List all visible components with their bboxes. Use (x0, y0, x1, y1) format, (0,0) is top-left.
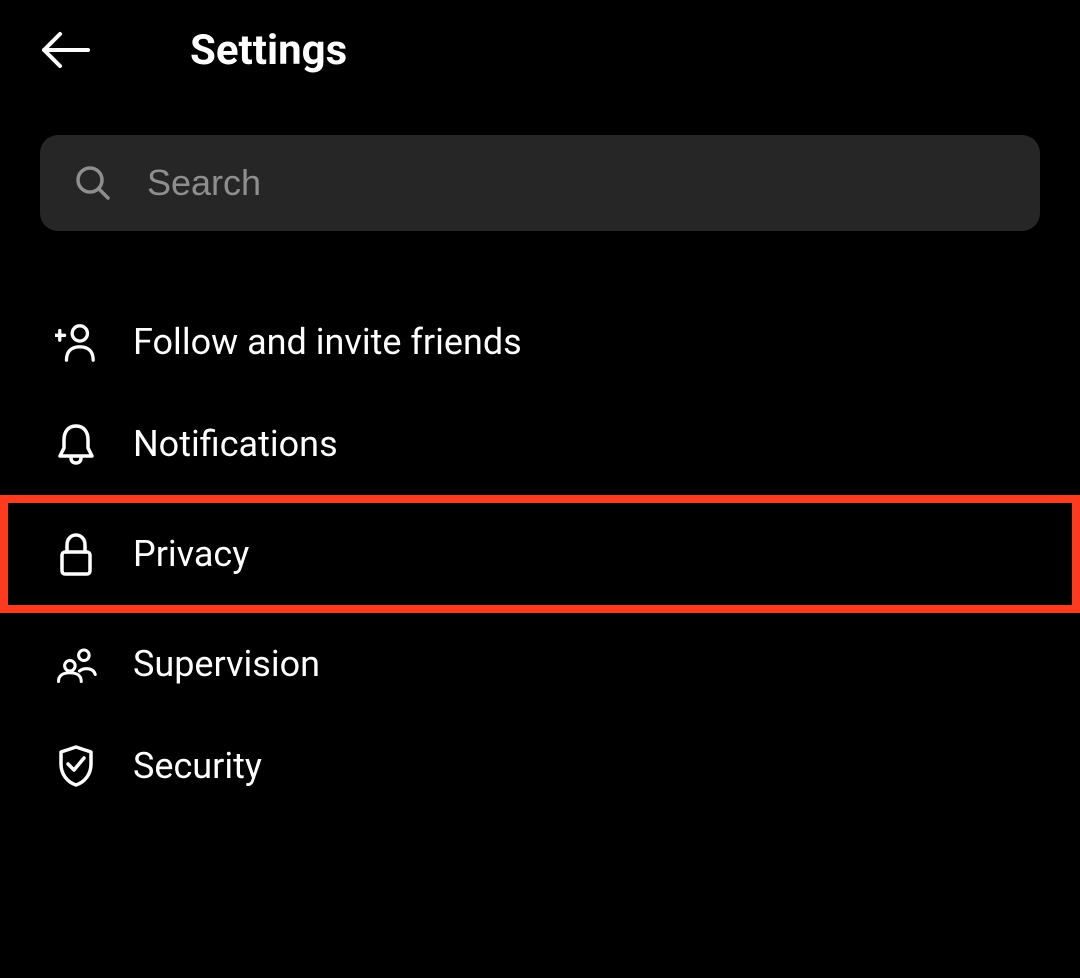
search-field[interactable] (40, 135, 1040, 231)
settings-item-label: Security (133, 745, 262, 787)
lock-icon (55, 533, 97, 575)
settings-item-security[interactable]: Security (0, 715, 1080, 817)
header: Settings (0, 0, 1080, 135)
bell-icon (55, 423, 97, 465)
shield-check-icon (55, 745, 97, 787)
people-icon (55, 643, 97, 685)
settings-item-privacy[interactable]: Privacy (0, 495, 1080, 613)
settings-item-notifications[interactable]: Notifications (0, 393, 1080, 495)
settings-item-follow-invite[interactable]: Follow and invite friends (0, 291, 1080, 393)
settings-item-label: Notifications (133, 423, 338, 465)
settings-item-label: Privacy (133, 533, 249, 575)
search-input[interactable] (147, 162, 1005, 204)
settings-item-label: Supervision (133, 643, 320, 685)
add-person-icon (55, 321, 97, 363)
settings-list: Follow and invite friends Notifications … (0, 291, 1080, 817)
page-title: Settings (190, 26, 347, 75)
arrow-left-icon (40, 31, 90, 69)
settings-item-label: Follow and invite friends (133, 321, 522, 363)
search-icon (75, 165, 111, 201)
back-button[interactable] (40, 25, 90, 75)
settings-item-supervision[interactable]: Supervision (0, 613, 1080, 715)
